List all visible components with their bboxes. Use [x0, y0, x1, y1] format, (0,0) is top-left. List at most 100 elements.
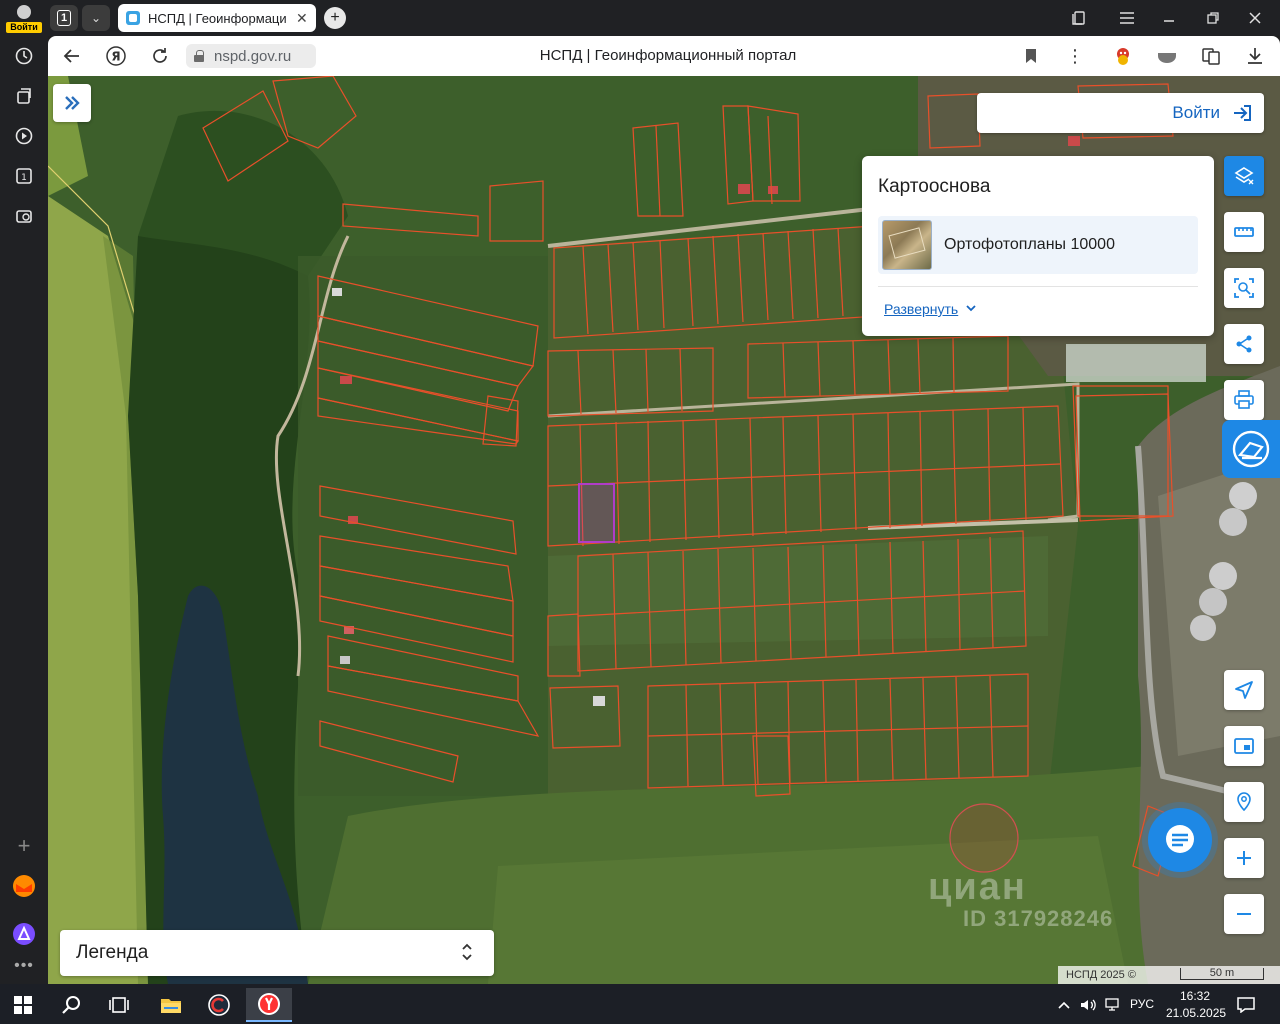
zoom-in-button[interactable]: [1224, 838, 1264, 878]
area-select-button[interactable]: [1224, 268, 1264, 308]
page-title: НСПД | Геоинформационный портал: [539, 47, 797, 64]
basemap-option[interactable]: Ортофотопланы 10000: [878, 216, 1198, 274]
task-view-icon[interactable]: [96, 988, 142, 1022]
bookmark-icon[interactable]: [1020, 45, 1042, 67]
layers-button[interactable]: [1224, 156, 1264, 196]
basemap-panel: Картооснова Ортофотопланы 10000 Разверну…: [862, 156, 1214, 336]
ruler-button[interactable]: [1224, 212, 1264, 252]
volume-icon[interactable]: [1076, 988, 1100, 1022]
history-icon[interactable]: [8, 40, 40, 72]
login-icon: [1234, 105, 1251, 121]
watermark-text: циан: [928, 866, 1027, 908]
expand-label: Развернуть: [884, 301, 959, 317]
video-icon[interactable]: [8, 120, 40, 152]
bookmarks-panel-icon[interactable]: [1064, 6, 1094, 30]
extension-icon[interactable]: [1112, 45, 1134, 67]
zoom-out-button[interactable]: [1224, 894, 1264, 934]
collections-icon[interactable]: [8, 80, 40, 112]
network-icon[interactable]: [1100, 988, 1124, 1022]
share-button[interactable]: [1224, 324, 1264, 364]
browser-sidebar: Войти 1 + •••: [0, 0, 48, 984]
alice-icon[interactable]: [8, 918, 40, 950]
restore-icon[interactable]: [1198, 6, 1228, 30]
url-text: nspd.gov.ru: [214, 47, 292, 65]
yandex-browser-icon[interactable]: [246, 988, 292, 1022]
download-icon[interactable]: [1244, 45, 1266, 67]
scale-bar: 50 m: [1180, 968, 1264, 980]
yandex-letter: Я: [111, 50, 120, 64]
screenshot-icon[interactable]: [8, 200, 40, 232]
lock-icon: [194, 50, 204, 62]
expand-sidebar-button[interactable]: [53, 84, 91, 122]
mail-icon[interactable]: [8, 870, 40, 902]
login-button[interactable]: Войти: [977, 93, 1264, 133]
taskbar: РУС 16:32 21.05.2025: [0, 984, 1280, 1024]
address-bar: Я nspd.gov.ru НСПД | Геоинформационный п…: [48, 36, 1280, 76]
tab-title: НСПД | Геоинформаци: [148, 10, 287, 26]
print-button[interactable]: [1224, 380, 1264, 420]
minus-icon: [1237, 913, 1251, 915]
tab-close-icon[interactable]: ✕: [296, 10, 308, 27]
menu-icon[interactable]: [1112, 6, 1142, 30]
divider: [878, 286, 1198, 287]
clock-time: 16:32: [1180, 989, 1211, 1003]
login-label: Войти: [1172, 103, 1220, 122]
selected-parcel[interactable]: [578, 483, 615, 543]
more-options-icon[interactable]: ⋮: [1064, 45, 1086, 67]
layers-icon: [1234, 167, 1254, 185]
avatar: [17, 5, 31, 19]
print-icon: [1234, 390, 1254, 409]
url-field[interactable]: nspd.gov.ru: [186, 44, 316, 68]
tab-count-button[interactable]: 1: [50, 5, 78, 31]
notifications-icon[interactable]: [1226, 988, 1266, 1022]
chat-button[interactable]: [1148, 808, 1212, 872]
minimize-icon[interactable]: [1154, 6, 1184, 30]
sort-arrows-icon: [460, 940, 474, 964]
tab-list-chevron-icon[interactable]: ⌄: [82, 5, 110, 31]
clock-date: 21.05.2025: [1166, 1006, 1227, 1020]
pocket-icon[interactable]: [1156, 45, 1178, 67]
close-window-icon[interactable]: [1240, 6, 1270, 30]
reload-icon[interactable]: [148, 44, 172, 68]
basemap-option-label: Ортофотопланы 10000: [944, 236, 1115, 253]
tray-chevron-up-icon[interactable]: [1052, 988, 1076, 1022]
nspd-logo-tab[interactable]: [1222, 420, 1280, 478]
yandex-button[interactable]: Я: [104, 44, 128, 68]
chat-icon: [1166, 825, 1194, 853]
tab-count-label: 1: [56, 10, 72, 26]
legend-dropdown[interactable]: Легенда: [60, 930, 494, 976]
chevron-down-icon: [966, 304, 976, 315]
tab-strip: 1 ⌄ НСПД | Геоинформаци ✕ +: [48, 0, 1280, 36]
search-location-button[interactable]: [1224, 782, 1264, 822]
ccleaner-icon[interactable]: [196, 988, 242, 1022]
more-icon[interactable]: •••: [8, 950, 40, 982]
expand-basemaps-link[interactable]: Развернуть: [884, 301, 976, 317]
attribution-text: НСПД 2025 ©: [1066, 969, 1136, 981]
nspd-favicon-icon: [126, 11, 140, 25]
translate-icon[interactable]: [1200, 45, 1222, 67]
tab-nspd[interactable]: НСПД | Геоинформаци ✕: [118, 4, 316, 32]
geolocation-button[interactable]: [1224, 670, 1264, 710]
new-tab-button[interactable]: +: [324, 7, 346, 29]
navigation-arrow-icon: [1235, 681, 1253, 699]
ruler-icon: [1234, 227, 1254, 237]
language-indicator[interactable]: РУС: [1130, 997, 1154, 1011]
windows-start-icon[interactable]: [0, 988, 46, 1022]
watermark-id: ID 317928246: [963, 906, 1114, 931]
profile-button[interactable]: Войти: [4, 2, 44, 34]
area-search-icon: [1234, 278, 1254, 298]
basemap-thumbnail: [882, 220, 932, 270]
map-search-icon: [1237, 792, 1251, 812]
minimap-button[interactable]: [1224, 726, 1264, 766]
profile-badge: Войти: [6, 22, 42, 33]
share-icon: [1236, 335, 1252, 353]
add-panel-icon[interactable]: +: [8, 830, 40, 862]
map-canvas[interactable]: Войти Картооснова Ортофотопланы 10000 Ра…: [48, 76, 1280, 984]
back-arrow-icon[interactable]: [60, 44, 84, 68]
legend-label: Легенда: [76, 942, 149, 963]
tabs-counter-icon[interactable]: 1: [8, 160, 40, 192]
file-explorer-icon[interactable]: [148, 988, 194, 1022]
basemap-title: Картооснова: [878, 176, 991, 197]
search-icon[interactable]: [48, 988, 94, 1022]
plus-icon: [1237, 851, 1251, 865]
